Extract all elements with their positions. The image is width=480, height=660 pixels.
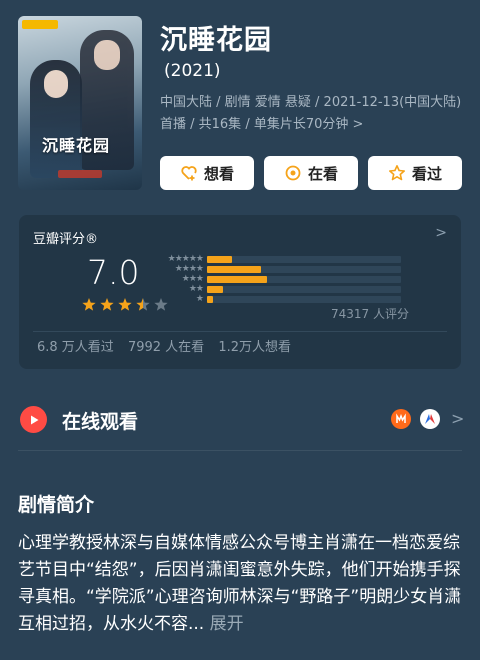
- section-divider: [18, 450, 462, 451]
- distribution-stars-label: ★★★: [181, 274, 204, 284]
- migu-icon[interactable]: [420, 409, 440, 429]
- distribution-bar: [207, 266, 261, 273]
- expand-link[interactable]: 展开: [210, 614, 244, 634]
- poster-figure-woman: [30, 60, 82, 178]
- distribution-stars-label: ★★★★: [174, 264, 204, 274]
- poster-badge: [22, 20, 58, 29]
- rating-divider: [33, 331, 447, 332]
- rating-count: 74317 人评分: [331, 307, 409, 321]
- online-watch-row[interactable]: 在线观看 >: [0, 390, 480, 450]
- rating-star: [82, 298, 96, 311]
- want-count: 1.2万人想看: [218, 340, 291, 355]
- rating-star: [100, 298, 114, 311]
- chevron-right-icon: >: [352, 117, 364, 132]
- synopsis-text: 心理学教授林深与自媒体情感公众号博主肖潇在一档恋爱综艺节目中“结怨”，后因肖潇闺…: [18, 530, 462, 638]
- want-to-watch-button[interactable]: 想看: [160, 156, 254, 190]
- distribution-stars-label: ★: [195, 294, 204, 304]
- distribution-bar: [207, 296, 213, 303]
- distribution-row: ★★★★★: [159, 254, 421, 264]
- poster-title-text: 沉睡花园: [42, 136, 111, 155]
- rating-star: [136, 298, 150, 311]
- distribution-bar: [207, 286, 223, 293]
- rating-score: 7.0: [87, 253, 140, 292]
- distribution-track: [207, 296, 401, 303]
- heart-plus-icon: [180, 164, 198, 182]
- action-buttons: 想看 在看 看过: [160, 156, 462, 190]
- distribution-bar: [207, 276, 267, 283]
- rating-star: [118, 298, 132, 311]
- want-to-watch-label: 想看: [203, 164, 234, 183]
- watched-count: 6.8 万人看过: [37, 340, 114, 355]
- poster-image[interactable]: 沉睡花园: [18, 16, 142, 190]
- chevron-right-icon: >: [451, 409, 465, 428]
- distribution-stars-label: ★★: [188, 284, 204, 294]
- distribution-row: ★★: [159, 284, 421, 294]
- movie-year: (2021): [164, 61, 221, 81]
- star-outline-icon: [388, 164, 406, 182]
- watching-button[interactable]: 在看: [264, 156, 358, 190]
- movie-meta[interactable]: 中国大陆 / 剧情 爱情 悬疑 / 2021-12-13(中国大陆) 首播 / …: [160, 92, 466, 136]
- movie-title: 沉睡花园: [160, 25, 272, 56]
- watching-count: 7992 人在看: [127, 340, 205, 355]
- watched-label: 看过: [411, 164, 442, 183]
- distribution-track: [207, 256, 401, 263]
- movie-meta-text: 中国大陆 / 剧情 爱情 悬疑 / 2021-12-13(中国大陆) 首播 / …: [160, 95, 462, 132]
- distribution-row: ★★★★: [159, 264, 421, 274]
- chevron-right-icon: >: [435, 225, 447, 241]
- rating-distribution: ★★★★★ ★★★★ ★★★ ★★ ★: [159, 254, 421, 306]
- rating-title: 豆瓣评分®: [33, 232, 99, 247]
- rating-stars: [82, 298, 168, 311]
- online-watch-label: 在线观看: [62, 411, 139, 433]
- play-icon: [20, 406, 47, 433]
- distribution-stars-label: ★★★★★: [167, 254, 204, 264]
- circle-dot-icon: [284, 164, 302, 182]
- watched-button[interactable]: 看过: [368, 156, 462, 190]
- distribution-track: [207, 286, 401, 293]
- synopsis-title: 剧情简介: [18, 494, 95, 516]
- watching-label: 在看: [307, 164, 338, 183]
- distribution-bar: [207, 256, 232, 263]
- mango-tv-icon[interactable]: [391, 409, 411, 429]
- distribution-row: ★★★: [159, 274, 421, 284]
- rating-stats: 6.8 万人看过 7992 人在看 1.2万人想看: [37, 336, 301, 355]
- poster-footer-mark: [58, 170, 102, 178]
- distribution-row: ★: [159, 294, 421, 304]
- douban-rating-card[interactable]: 豆瓣评分® > 7.0 ★★★★★ ★★★★ ★★★ ★★ ★ 74317 人评分 6.…: [19, 215, 461, 369]
